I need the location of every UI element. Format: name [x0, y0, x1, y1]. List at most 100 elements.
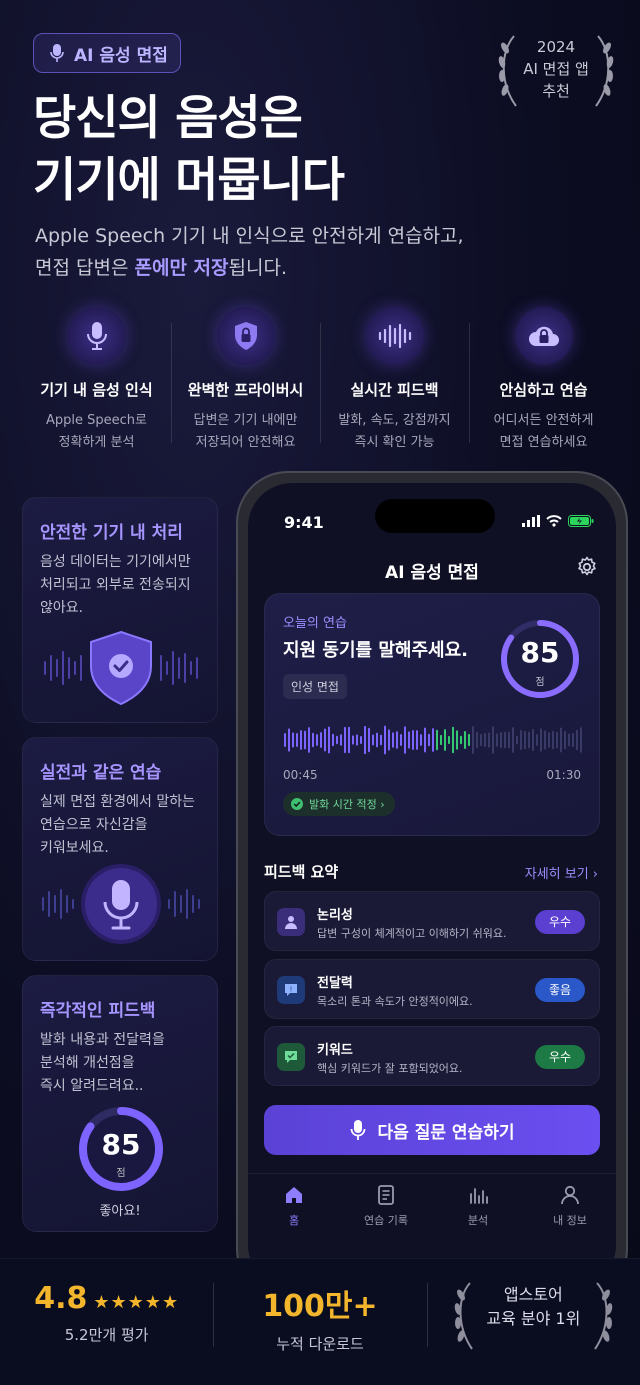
feature-desc-line: 어디서든 안전하게 [493, 413, 594, 428]
feature-desc-line: Apple Speech로 [46, 413, 147, 428]
rating-value: 4.8 [34, 1281, 88, 1316]
cta-label: 다음 질문 연습하기 [377, 1122, 515, 1143]
downloads-label: 누적 다운로드 [276, 1335, 364, 1353]
category-tag: 인성 면접 [283, 674, 347, 699]
feature-desc: 답변은 기기 내에만 저장되어 안전해요 [171, 410, 320, 454]
mic-icon [350, 1120, 365, 1140]
feedback-desc: 답변 구성이 체계적이고 이해하기 쉬워요. [317, 927, 507, 940]
feature-desc-line: 면접 연습하세요 [499, 435, 588, 450]
battery-icon [568, 515, 594, 527]
subtitle: Apple Speech 기기 내 인식으로 안전하게 연습하고, 면접 답변은… [35, 220, 464, 284]
feedback-item-logic[interactable]: 논리성 답변 구성이 체계적이고 이해하기 쉬워요. 우수 [264, 891, 600, 951]
microphone-icon [42, 864, 200, 944]
signal-icon [522, 515, 540, 527]
award-line2: 추천 [542, 82, 570, 100]
waveform-icon [365, 307, 424, 365]
subtitle-text: 면접 답변은 [35, 257, 135, 279]
status-time: 9:41 [284, 513, 324, 532]
headline: 당신의 음성은 기기에 머뭅니다 [33, 88, 345, 212]
feature-desc: 발화, 속도, 강점까지 즉시 확인 가능 [320, 410, 469, 454]
next-question-button[interactable]: 다음 질문 연습하기 [264, 1105, 600, 1155]
dynamic-island [375, 499, 495, 533]
practice-card[interactable]: 오늘의 연습 지원 동기를 말해주세요. 인성 면접 85 점 00:45 01… [264, 593, 600, 836]
card-desc-line: 발화 내용과 전달력을 [40, 1032, 165, 1048]
headline-line2: 기기에 머뭅니다 [33, 153, 345, 208]
rating-stars: ★★★★★ [93, 1292, 180, 1313]
score-ring: 85 점 [499, 618, 581, 700]
card-desc-line: 음성 데이터는 기기에서만 [40, 554, 191, 570]
feedback-badge: 우수 [535, 910, 585, 934]
subtitle-text-end: 됩니다. [228, 257, 287, 279]
subtitle-line1: Apple Speech 기기 내 인식으로 안전하게 연습하고, [35, 225, 464, 247]
award-badge: 2024 AI 면접 앱 추천 [496, 32, 616, 112]
feature-desc: Apple Speech로정확하게 분석 [22, 410, 171, 454]
card-desc-line: 키워보세요. [40, 840, 109, 856]
shield-check-icon [44, 630, 198, 706]
practice-label: 오늘의 연습 [283, 616, 347, 631]
score-unit: 점 [535, 677, 545, 688]
chat-check-icon [277, 1043, 305, 1071]
laurel-right-icon [594, 1282, 613, 1350]
phone-screen: 9:41 AI 음성 면접 오늘의 연습 지원 동기를 말해주세요. 인성 면접… [248, 483, 616, 1289]
feature-item: 기기 내 음성 인식 Apple Speech로정확하게 분석 [22, 305, 171, 455]
card-title: 안전한 기기 내 처리 [40, 523, 183, 543]
award-year: 2024 [536, 38, 576, 56]
feedback-more-link[interactable]: 자세히 보기 › [525, 863, 598, 882]
person-icon [561, 1185, 579, 1205]
chart-icon [470, 1188, 488, 1204]
person-icon [277, 908, 305, 936]
tab-history[interactable]: 연습 기록 [340, 1174, 432, 1253]
feedback-desc: 목소리 톤과 속도가 안정적이에요. [317, 995, 473, 1008]
tab-label: 분석 [467, 1214, 489, 1227]
tab-analysis[interactable]: 분석 [432, 1174, 524, 1253]
feature-desc-line: 정확하게 분석 [58, 435, 135, 450]
status-pill-label: 발화 시간 적정 › [309, 798, 385, 811]
tab-profile[interactable]: 내 정보 [524, 1174, 616, 1253]
cloud-lock-icon [514, 307, 573, 365]
card-desc-line: 연습으로 자신감을 [40, 817, 148, 833]
card-desc: 발화 내용과 전달력을 분석해 개선점을 즉시 알려드려요.. [40, 1029, 201, 1098]
audio-waveform [284, 725, 582, 755]
card-desc: 음성 데이터는 기기에서만 처리되고 외부로 전송되지 않아요. [40, 551, 201, 620]
feedback-item-keyword[interactable]: 키워드 핵심 키워드가 잘 포함되었어요. 우수 [264, 1026, 600, 1086]
card-desc-line: 즉시 알려드려요.. [40, 1078, 144, 1094]
tab-home[interactable]: 홈 [248, 1174, 340, 1253]
wifi-icon [546, 515, 562, 527]
downloads-value: 100만+ [262, 1289, 378, 1324]
feedback-name: 전달력 [317, 976, 353, 991]
feedback-desc: 핵심 키워드가 잘 포함되었어요. [317, 1062, 463, 1075]
stat-rank: 앱스토어 교육 분야 1위 [426, 1259, 640, 1385]
card-instant-feedback: 즉각적인 피드백 발화 내용과 전달력을 분석해 개선점을 즉시 알려드려요..… [22, 975, 218, 1232]
card-title: 즉각적인 피드백 [40, 1001, 156, 1021]
subtitle-highlight: 폰에만 저장 [134, 257, 229, 279]
home-icon [286, 1187, 302, 1203]
status-pill[interactable]: 발화 시간 적정 › [283, 792, 395, 816]
feature-title: 완벽한 프라이버시 [187, 381, 304, 399]
card-desc-line: 처리되고 외부로 전송되지 [40, 577, 191, 593]
feedback-item-delivery[interactable]: ! 전달력 목소리 톤과 속도가 안정적이에요. 좋음 [264, 959, 600, 1019]
svg-text:!: ! [290, 986, 293, 994]
feature-title: 기기 내 음성 인식 [40, 381, 153, 399]
total-time: 01:30 [546, 768, 581, 782]
subtitle-line2: 면접 답변은 폰에만 저장됩니다. [35, 252, 464, 284]
card-desc: 실제 면접 환경에서 말하는 연습으로 자신감을 키워보세요. [40, 791, 201, 860]
stats-bar: 4.8 ★★★★★ 5.2만개 평가 100만+ 누적 다운로드 앱스토어 교육 … [0, 1258, 640, 1385]
document-icon [378, 1185, 394, 1205]
check-circle-icon [291, 798, 303, 810]
score-caption: 좋아요! [99, 1204, 141, 1219]
app-badge: AI 음성 면접 [33, 33, 181, 73]
tab-label: 연습 기록 [364, 1214, 408, 1227]
tab-label: 홈 [288, 1214, 300, 1227]
feature-item: 완벽한 프라이버시 답변은 기기 내에만 저장되어 안전해요 [171, 305, 320, 455]
stat-rating: 4.8 ★★★★★ 5.2만개 평가 [0, 1259, 213, 1385]
feedback-name: 키워드 [317, 1043, 353, 1058]
score-value: 85 [520, 636, 560, 669]
mic-icon [50, 44, 64, 62]
headline-line1: 당신의 음성은 [33, 91, 303, 146]
badge-label: AI 음성 면접 [74, 45, 168, 66]
feature-title: 안심하고 연습 [499, 381, 588, 399]
laurel-left-icon [454, 1282, 473, 1350]
speech-bubble-icon: ! [277, 976, 305, 1004]
feature-item: 안심하고 연습 어디서든 안전하게면접 연습하세요 [469, 305, 618, 455]
settings-gear-icon[interactable] [576, 556, 598, 578]
